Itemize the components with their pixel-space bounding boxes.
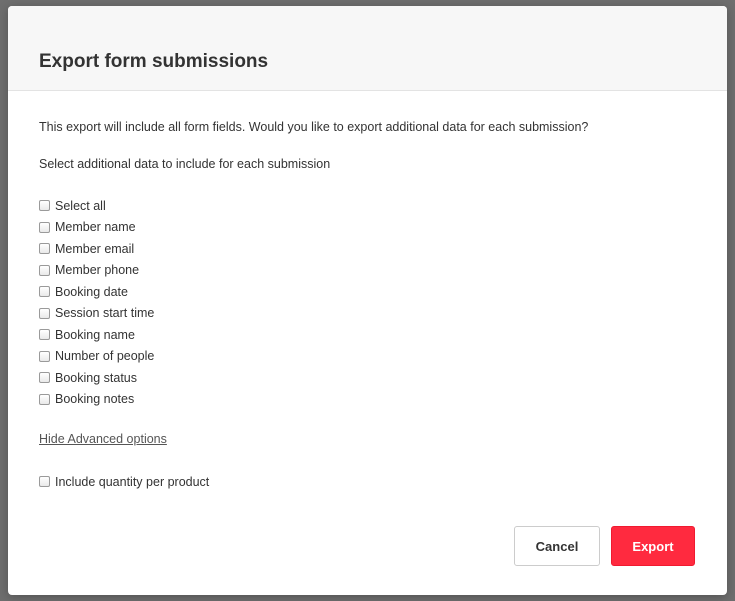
option-label: Include quantity per product <box>55 474 210 489</box>
cancel-button[interactable]: Cancel <box>514 526 600 566</box>
checkbox[interactable] <box>39 264 50 276</box>
dialog-title: Export form submissions <box>39 51 269 72</box>
additional-data-options: Select all Member name Member email Memb… <box>39 195 154 410</box>
checkbox[interactable] <box>39 329 50 341</box>
option-label: Booking notes <box>55 392 135 407</box>
option-session-start-time[interactable]: Session start time <box>39 303 154 325</box>
option-number-of-people[interactable]: Number of people <box>39 346 154 368</box>
option-member-phone[interactable]: Member phone <box>39 260 154 282</box>
dialog-header: Export form submissions <box>8 6 727 91</box>
option-label: Booking status <box>55 370 137 385</box>
checkbox[interactable] <box>39 243 50 255</box>
export-dialog: Export form submissions This export will… <box>8 6 727 595</box>
checkbox[interactable] <box>39 221 50 233</box>
option-booking-status[interactable]: Booking status <box>39 367 154 389</box>
option-label: Session start time <box>55 306 155 321</box>
option-include-quantity-per-product[interactable]: Include quantity per product <box>39 471 209 493</box>
option-label: Booking name <box>55 327 135 342</box>
checkbox[interactable] <box>39 393 50 405</box>
option-label: Member phone <box>55 263 140 278</box>
option-booking-date[interactable]: Booking date <box>39 281 154 303</box>
export-button[interactable]: Export <box>611 526 695 566</box>
option-booking-notes[interactable]: Booking notes <box>39 389 154 411</box>
checkbox[interactable] <box>39 350 50 362</box>
checkbox[interactable] <box>39 372 50 384</box>
checkbox[interactable] <box>39 286 50 298</box>
option-label: Member name <box>55 220 136 235</box>
option-label: Number of people <box>55 349 155 364</box>
option-label: Booking date <box>55 284 128 299</box>
checkbox[interactable] <box>39 476 50 488</box>
checkbox[interactable] <box>39 307 50 319</box>
option-label: Select all <box>55 198 106 213</box>
option-member-name[interactable]: Member name <box>39 217 154 239</box>
hide-advanced-options-link[interactable]: Hide Advanced options <box>39 432 167 446</box>
option-booking-name[interactable]: Booking name <box>39 324 154 346</box>
intro-text: This export will include all form fields… <box>39 120 589 134</box>
checkbox[interactable] <box>39 200 50 212</box>
option-select-all[interactable]: Select all <box>39 195 154 217</box>
option-label: Member email <box>55 241 135 256</box>
option-member-email[interactable]: Member email <box>39 238 154 260</box>
select-prompt: Select additional data to include for ea… <box>39 157 331 171</box>
